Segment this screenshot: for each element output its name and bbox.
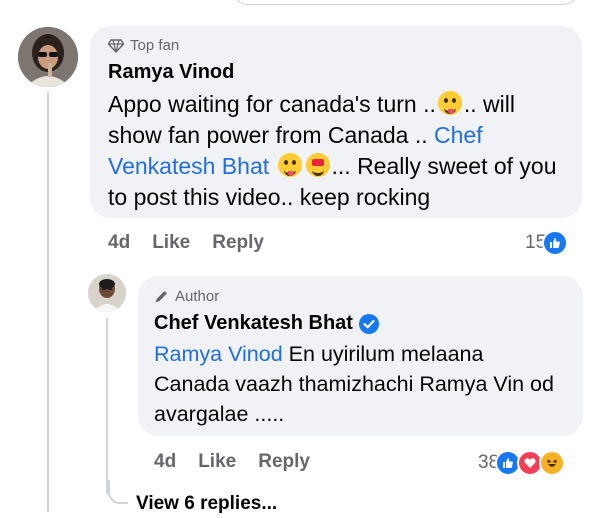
previous-comment-box-edge — [232, 0, 579, 5]
mention-link[interactable]: Ramya Vinod — [154, 342, 283, 366]
reaction-summary[interactable]: 15 — [525, 230, 569, 256]
reply-author-name[interactable]: Chef Venkatesh Bhat — [154, 312, 353, 335]
pencil-icon — [155, 291, 167, 303]
view-replies-link[interactable]: View 6 replies... — [136, 493, 277, 515]
reply-actions: 4d Like Reply — [154, 451, 310, 473]
avatar[interactable] — [88, 274, 126, 312]
badge-label: Author — [175, 288, 220, 305]
like-reaction-icon — [542, 230, 569, 256]
author-badge: Author — [154, 288, 219, 305]
avatar-photo — [88, 274, 126, 312]
reply-text: Ramya Vinod En uyirilum melaana Canada v… — [154, 339, 564, 429]
diamond-icon — [108, 38, 124, 53]
winking-tongue-emoji — [437, 91, 462, 115]
view-replies-connector — [108, 480, 128, 504]
badge-label: Top fan — [130, 37, 180, 54]
haha-reaction-icon — [539, 450, 566, 476]
winking-tongue-emoji — [277, 153, 302, 177]
comment-author[interactable]: Ramya Vinod — [108, 61, 234, 84]
reply-button[interactable]: Reply — [212, 232, 264, 254]
like-button[interactable]: Like — [152, 232, 190, 254]
comment-text-part: Appo waiting for canada's turn .. — [108, 91, 436, 117]
timestamp[interactable]: 4d — [108, 232, 130, 254]
heart-eyes-emoji — [305, 153, 330, 177]
reaction-summary[interactable]: 38 — [478, 450, 566, 476]
avatar-photo — [18, 27, 78, 87]
comment-text: Appo waiting for canada's turn .... will… — [108, 89, 570, 213]
top-fan-badge: Top fan — [108, 37, 179, 54]
reply-button[interactable]: Reply — [258, 451, 310, 473]
reply-author[interactable]: Chef Venkatesh Bhat — [154, 312, 379, 335]
like-button[interactable]: Like — [198, 451, 236, 473]
thread-line — [47, 92, 49, 512]
reply-thread-line — [106, 318, 108, 494]
verified-icon — [358, 313, 379, 334]
avatar[interactable] — [18, 27, 78, 87]
comment-actions: 4d Like Reply — [108, 232, 264, 254]
timestamp[interactable]: 4d — [154, 451, 176, 473]
